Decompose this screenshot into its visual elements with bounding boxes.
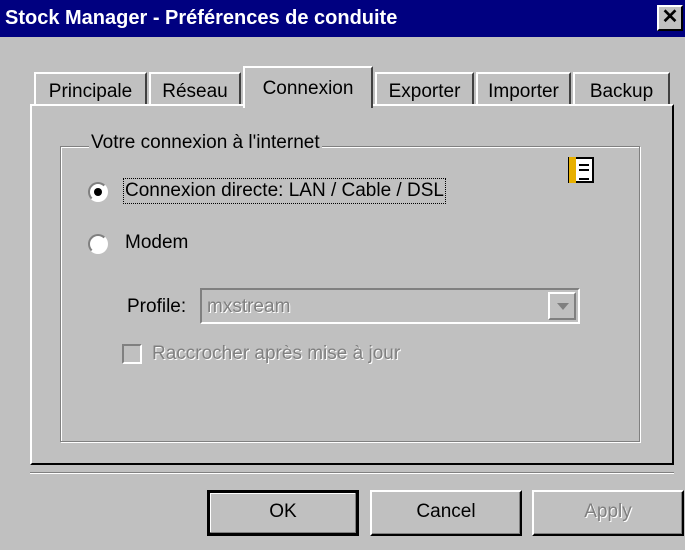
hangup-label[interactable]: Raccrocher après mise à jour xyxy=(152,343,400,365)
profile-label: Profile: xyxy=(127,296,187,317)
group-label: Votre connexion à l'internet xyxy=(89,132,322,154)
ok-button[interactable]: OK xyxy=(207,490,359,536)
chevron-down-icon xyxy=(557,303,569,310)
apply-button[interactable]: Apply xyxy=(532,490,684,536)
tab-label: Principale xyxy=(48,81,133,102)
tab-label: Exporter xyxy=(388,81,461,102)
title-bar: Stock Manager - Préférences de conduite … xyxy=(0,0,685,37)
tab-label: Réseau xyxy=(162,81,228,102)
radio-direct-connection[interactable] xyxy=(88,182,108,202)
tab-label: Connexion xyxy=(262,78,354,99)
profile-value: mxstream xyxy=(207,296,291,317)
footer-divider xyxy=(30,472,674,474)
tab-reseau[interactable]: Réseau xyxy=(149,72,241,104)
tab-exporter[interactable]: Exporter xyxy=(375,72,474,104)
dropdown-button[interactable] xyxy=(548,292,576,320)
tab-principale[interactable]: Principale xyxy=(34,72,147,104)
close-button[interactable]: ✕ xyxy=(657,5,683,31)
hangup-checkbox[interactable] xyxy=(122,344,142,364)
tab-label: Backup xyxy=(589,81,654,102)
cancel-button[interactable]: Cancel xyxy=(370,490,522,536)
modem-label[interactable]: Modem xyxy=(125,232,188,254)
radio-selected-dot xyxy=(94,188,102,196)
info-book-icon[interactable] xyxy=(568,157,594,183)
tab-label: Importer xyxy=(488,81,559,102)
radio-modem[interactable] xyxy=(88,234,108,254)
profile-dropdown[interactable]: mxstream xyxy=(200,288,580,324)
close-icon: ✕ xyxy=(661,6,679,28)
tab-importer[interactable]: Importer xyxy=(476,72,571,104)
window-title: Stock Manager - Préférences de conduite xyxy=(5,7,398,29)
tab-connexion[interactable]: Connexion xyxy=(243,66,373,108)
direct-connection-label[interactable]: Connexion directe: LAN / Cable / DSL xyxy=(123,178,446,204)
tab-backup[interactable]: Backup xyxy=(573,72,670,104)
